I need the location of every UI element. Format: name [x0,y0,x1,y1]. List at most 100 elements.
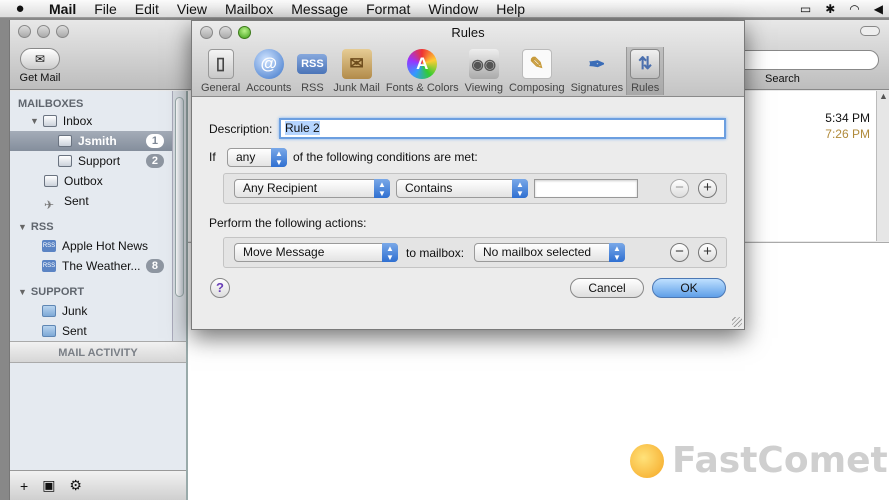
disclosure-triangle-icon[interactable]: ▼ [30,111,39,131]
actions-label: Perform the following actions: [209,216,367,230]
mail-activity-header[interactable]: MAIL ACTIVITY [10,341,186,363]
search-label: Search [765,73,800,85]
pref-accounts[interactable]: @ Accounts [243,47,294,95]
composing-pencil-icon: ✎ [521,49,552,79]
menu-extras: ▭ ✱ ◠ ◀ [800,0,883,18]
general-icon: ▯ [207,49,234,79]
rss-header[interactable]: ▼ RSS [10,217,186,237]
sidebar-item-junk[interactable]: Junk [10,301,186,321]
menu-help[interactable]: Help [487,0,534,18]
action-popup[interactable]: Move Message ▲ ▼ [234,243,398,262]
mail-activity-pane [10,363,186,479]
get-mail-button[interactable]: ✉ Get Mail [16,48,64,84]
condition-value-input[interactable] [534,179,638,198]
help-button[interactable]: ? [210,278,230,298]
conditions-label: of the following conditions are met: [293,150,478,164]
add-mailbox-icon[interactable]: + [20,478,28,494]
pref-viewing[interactable]: ◉◉ Viewing [462,47,506,95]
match-popup[interactable]: any ▲ ▼ [227,148,287,167]
pref-label: General [201,82,241,94]
search-input[interactable] [725,50,879,70]
message-list-scrollbar[interactable]: ▲ [876,91,889,241]
ok-button[interactable]: OK [652,278,726,298]
support-header[interactable]: ▼ SUPPORT [10,282,186,302]
remove-condition-button[interactable]: − [670,179,689,198]
sidebar-item-support[interactable]: Support 2 [10,151,186,171]
pref-rules[interactable]: ⇅ Rules [626,47,665,95]
menu-edit[interactable]: Edit [126,0,168,18]
cancel-button[interactable]: Cancel [570,278,644,298]
rules-window: Rules ▯ General @ Accounts RSS RSS ✉ Jun… [191,20,745,330]
condition-field-value: Any Recipient [243,181,318,195]
mailbox-value: No mailbox selected [483,245,592,259]
sidebar-item-outbox[interactable]: Outbox [10,171,186,191]
apple-menu-icon[interactable]: ● [0,0,40,17]
menu-window[interactable]: Window [419,0,487,18]
description-field[interactable]: Rule 2 [279,118,726,139]
resize-handle[interactable] [732,317,742,327]
description-label: Description: [209,122,273,136]
outbox-icon [44,175,58,187]
sidebar-item-label: Junk [62,304,88,318]
pref-composing[interactable]: ✎ Composing [506,47,568,95]
add-condition-button[interactable]: + [698,179,717,198]
display-icon[interactable]: ▭ [800,2,811,16]
volume-icon[interactable]: ◀ [874,2,883,16]
condition-operator-popup[interactable]: Contains ▲ ▼ [396,179,528,198]
sidebar-item-inbox[interactable]: ▼ Inbox [10,111,186,131]
message-time: 7:26 PM [825,127,870,141]
toolbar-toggle-button[interactable] [860,26,880,36]
popup-arrows-icon: ▲ ▼ [374,179,390,198]
sidebar-item-label: Support [78,154,121,168]
popup-arrows-icon: ▲ ▼ [382,243,398,262]
pref-label: Rules [631,82,660,94]
menu-app[interactable]: Mail [40,0,85,18]
bluetooth-icon[interactable]: ✱ [825,2,835,16]
scroll-thumb[interactable] [175,97,184,297]
show-hide-icon[interactable]: ▣ [42,477,55,494]
sidebar-item-apple-hot-news[interactable]: RSS Apple Hot News [10,236,186,256]
menu-file[interactable]: File [85,0,126,18]
gear-icon[interactable]: ⚙ [69,477,82,494]
mailbox-popup[interactable]: No mailbox selected ▲ ▼ [474,243,625,262]
to-mailbox-label: to mailbox: [406,246,465,260]
pref-label: Viewing [464,82,503,94]
junk-bag-icon: ✉ [341,49,372,79]
minimize-button[interactable] [37,25,50,38]
disclosure-triangle-icon[interactable]: ▼ [18,282,27,302]
remove-action-button[interactable]: − [670,243,689,262]
signature-pen-icon: ✒ [588,53,606,76]
sidebar-item-label: Inbox [62,114,93,128]
sidebar-item-support-sent[interactable]: Sent [10,321,186,341]
sidebar-item-weather[interactable]: RSS The Weather... 8 [10,256,186,276]
pref-rss[interactable]: RSS RSS [294,47,330,95]
sidebar-item-jsmith[interactable]: Jsmith 1 [10,131,186,151]
sidebar-item-label: Outbox [64,174,103,188]
menu-view[interactable]: View [168,0,216,18]
sidebar-scrollbar[interactable] [172,91,186,361]
inbox-icon [58,155,72,167]
inbox-icon [58,135,72,147]
menu-mailbox[interactable]: Mailbox [216,0,282,18]
sent-icon: ✈ [44,198,55,212]
pref-signatures[interactable]: ✒ Signatures [568,47,627,95]
sidebar-bottom-bar: + ▣ ⚙ [10,470,186,500]
condition-operator-value: Contains [405,181,453,195]
zoom-button[interactable] [56,25,69,38]
disclosure-triangle-icon[interactable]: ▼ [18,217,27,237]
close-button[interactable] [18,25,31,38]
pref-junk-mail[interactable]: ✉ Junk Mail [330,47,382,95]
add-action-button[interactable]: + [698,243,717,262]
pref-general[interactable]: ▯ General [198,47,243,95]
wifi-icon[interactable]: ◠ [849,2,859,16]
menu-message[interactable]: Message [282,0,357,18]
sidebar-item-label: Apple Hot News [62,239,149,253]
condition-row: Any Recipient ▲ ▼ Contains ▲ ▼ − + [223,173,727,204]
preferences-toolbar: ▯ General @ Accounts RSS RSS ✉ Junk Mail… [198,47,665,95]
inbox-icon [42,115,57,127]
pref-label: Composing [508,82,565,94]
sidebar-item-sent[interactable]: ✈ Sent [10,191,186,212]
menu-format[interactable]: Format [357,0,419,18]
pref-fonts-colors[interactable]: A Fonts & Colors [383,47,462,95]
condition-field-popup[interactable]: Any Recipient ▲ ▼ [234,179,390,198]
